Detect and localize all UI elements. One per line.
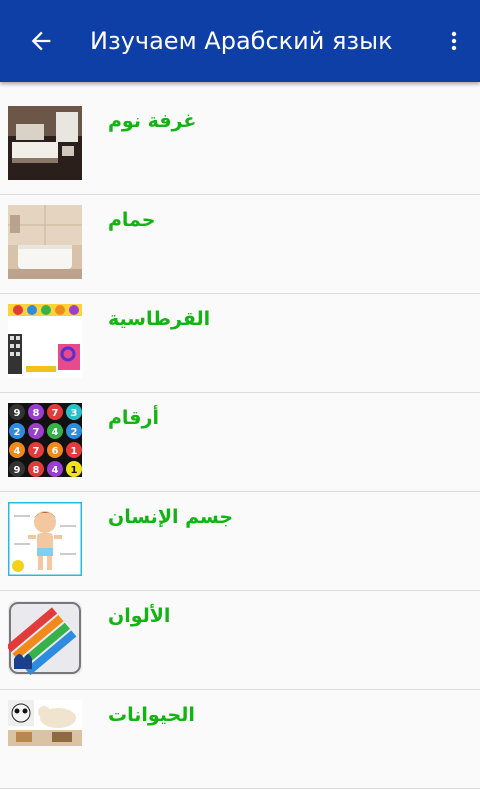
stationery-thumbnail xyxy=(8,304,82,378)
arrow-back-icon xyxy=(31,31,51,51)
back-button[interactable] xyxy=(18,18,64,64)
svg-text:8: 8 xyxy=(33,408,40,419)
svg-text:7: 7 xyxy=(52,408,59,419)
svg-text:2: 2 xyxy=(71,427,78,438)
animals-thumbnail xyxy=(8,700,82,746)
bedroom-thumbnail xyxy=(8,106,82,180)
list-item-bedroom[interactable]: غرفة نوم xyxy=(0,96,480,195)
svg-text:9: 9 xyxy=(14,465,21,476)
svg-text:3: 3 xyxy=(71,408,78,419)
svg-text:1: 1 xyxy=(71,465,78,476)
topic-label: الحيوانات xyxy=(108,704,195,726)
bathroom-thumbnail xyxy=(8,205,82,279)
topic-label: الألوان xyxy=(108,605,171,627)
list-item-stationery[interactable]: القرطاسية xyxy=(0,294,480,393)
human-body-thumbnail xyxy=(8,502,82,576)
svg-text:6: 6 xyxy=(52,446,59,457)
list-item-numbers[interactable]: 9 8 7 3 2 7 4 2 4 7 6 1 9 8 4 1 أرقام xyxy=(0,393,480,492)
svg-text:2: 2 xyxy=(14,427,21,438)
topic-label: القرطاسية xyxy=(108,308,211,330)
list-item-human-body[interactable]: جسم الإنسان xyxy=(0,492,480,591)
svg-text:4: 4 xyxy=(52,427,59,438)
svg-text:9: 9 xyxy=(14,408,21,419)
svg-text:1: 1 xyxy=(71,446,78,457)
overflow-menu-button[interactable] xyxy=(436,18,472,64)
app-title: Изучаем Арабский язык xyxy=(90,27,393,55)
svg-text:4: 4 xyxy=(52,465,59,476)
colors-thumbnail xyxy=(8,601,82,675)
svg-text:4: 4 xyxy=(14,446,21,457)
list-item-colors[interactable]: الألوان xyxy=(0,591,480,690)
svg-text:7: 7 xyxy=(33,446,40,457)
topic-list: غرفة نوم حمام القرطاسية 9 8 7 3 2 7 4 2 … xyxy=(0,96,480,789)
list-item-animals[interactable]: الحيوانات xyxy=(0,690,480,789)
more-vertical-icon xyxy=(451,31,457,51)
topic-label: جسم الإنسان xyxy=(108,506,234,528)
topic-label: أرقام xyxy=(108,407,159,429)
topic-label: حمام xyxy=(108,209,156,231)
svg-text:7: 7 xyxy=(33,427,40,438)
list-item-bathroom[interactable]: حمام xyxy=(0,195,480,294)
numbers-thumbnail: 9 8 7 3 2 7 4 2 4 7 6 1 9 8 4 1 xyxy=(8,403,82,477)
topic-label: غرفة نوم xyxy=(108,110,197,132)
svg-text:8: 8 xyxy=(33,465,40,476)
app-bar: Изучаем Арабский язык xyxy=(0,0,480,82)
